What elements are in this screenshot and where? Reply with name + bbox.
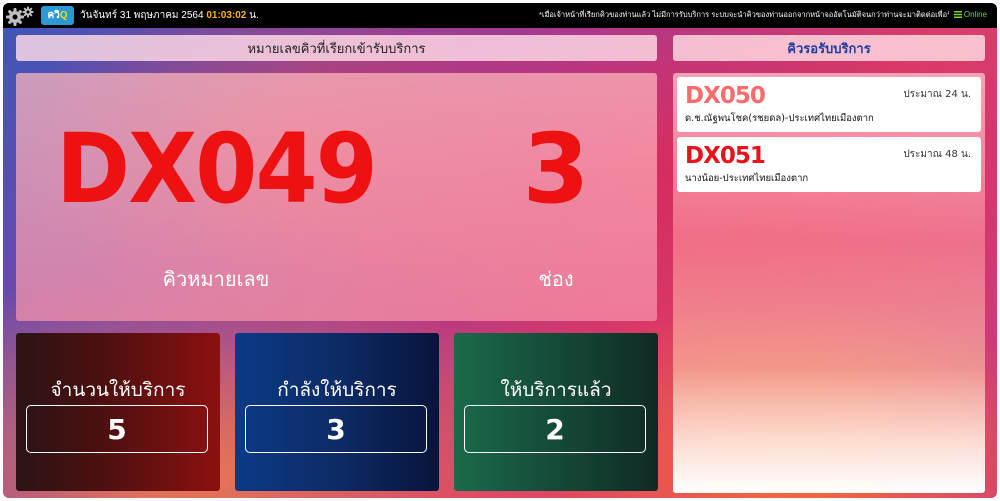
top-bar: ควิ Q วันจันทร์ 31 พฤษภาคม 2564 01:03:02 …	[3, 3, 997, 28]
served-label: ให้บริการแล้ว	[500, 379, 612, 401]
counter-label: ช่อง	[538, 267, 574, 291]
waiting-queue-item: DX051 ประมาณ 48 น. นางน้อย-ประเทศไทยเมือ…	[677, 137, 981, 192]
waiting-queue-time: ประมาณ 48 น.	[903, 149, 971, 160]
served-card: ให้บริการแล้ว 2	[454, 333, 658, 491]
serving-label: กำลังให้บริการ	[277, 379, 397, 401]
logo-q: Q	[59, 10, 68, 21]
date-time: วันจันทร์ 31 พฤษภาคม 2564 01:03:02 น.	[80, 8, 259, 23]
queue-number-label: คิวหมายเลข	[162, 267, 270, 291]
online-status: Online	[953, 10, 987, 19]
waiting-queue-list: DX050 ประมาณ 24 น. ด.ช.ณัฐพนโชค(รชยดล)-ป…	[673, 73, 985, 493]
waiting-queue-header: คิวรอรับบริการ	[673, 35, 985, 61]
display-screen: ควิ Q วันจันทร์ 31 พฤษภาคม 2564 01:03:02 …	[3, 3, 997, 498]
waiting-queue-code: DX051	[685, 143, 766, 169]
called-queue-panel: DX049 3 คิวหมายเลข ช่อง	[16, 73, 657, 321]
current-counter-number: 3	[522, 113, 590, 225]
served-value: 2	[464, 405, 646, 453]
settings-button[interactable]	[3, 3, 37, 28]
called-queue-header: หมายเลขคิวที่เรียกเข้ารับบริการ	[16, 35, 657, 61]
waiting-queue-time: ประมาณ 24 น.	[903, 89, 971, 100]
notice-marquee: *เมื่อเจ้าหน้าที่เรียกคิวของท่านแล้ว ไม่…	[539, 10, 949, 19]
serving-card: กำลังให้บริการ 3	[235, 333, 439, 491]
total-service-label: จำนวนให้บริการ	[50, 379, 186, 401]
app-logo: ควิ Q	[41, 6, 74, 25]
waiting-queue-item: DX050 ประมาณ 24 น. ด.ช.ณัฐพนโชค(รชยดล)-ป…	[677, 77, 981, 132]
list-icon	[953, 11, 962, 18]
logo-text: ควิ	[47, 10, 60, 21]
time-unit: น.	[249, 10, 259, 21]
waiting-queue-code: DX050	[685, 83, 766, 109]
current-time: 01:03:02	[206, 10, 247, 21]
serving-value: 3	[245, 405, 427, 453]
total-service-card: จำนวนให้บริการ 5	[16, 333, 220, 491]
current-queue-number: DX049	[55, 113, 378, 225]
gear-icon	[6, 6, 34, 26]
current-date: วันจันทร์ 31 พฤษภาคม 2564	[80, 10, 204, 21]
waiting-queue-name: ด.ช.ณัฐพนโชค(รชยดล)-ประเทศไทยเมืองตาก	[685, 113, 874, 124]
online-label: Online	[963, 10, 987, 19]
total-service-value: 5	[26, 405, 208, 453]
waiting-queue-name: นางน้อย-ประเทศไทยเมืองตาก	[685, 173, 809, 184]
